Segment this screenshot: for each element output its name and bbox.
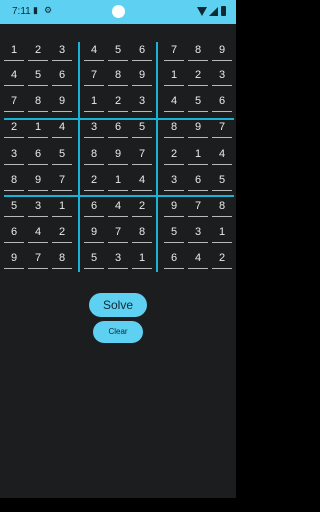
- sudoku-cell[interactable]: 1: [84, 92, 104, 112]
- app-screen: 1234567894567891237891234562143658973658…: [0, 24, 236, 498]
- sudoku-cell[interactable]: 3: [164, 171, 184, 191]
- sudoku-cell[interactable]: 8: [28, 92, 48, 112]
- sudoku-cell[interactable]: 6: [212, 92, 232, 112]
- sudoku-cell[interactable]: 9: [164, 197, 184, 217]
- sudoku-cell[interactable]: 5: [4, 197, 24, 217]
- camera-icon: [112, 5, 125, 18]
- sudoku-cell[interactable]: 7: [188, 197, 208, 217]
- sudoku-cell[interactable]: 8: [52, 249, 72, 269]
- sudoku-cell[interactable]: 2: [212, 249, 232, 269]
- sudoku-cell[interactable]: 4: [212, 145, 232, 165]
- sudoku-cell[interactable]: 2: [52, 223, 72, 243]
- settings-icon: ⚙: [44, 5, 53, 15]
- sudoku-cell[interactable]: 5: [164, 223, 184, 243]
- sudoku-cell[interactable]: 3: [4, 145, 24, 165]
- sudoku-cell[interactable]: 5: [132, 118, 152, 138]
- sudoku-cell[interactable]: 9: [28, 171, 48, 191]
- battery-icon: [221, 6, 226, 16]
- sudoku-cell[interactable]: 5: [108, 41, 128, 61]
- solve-button[interactable]: Solve: [89, 293, 147, 317]
- sudoku-cell[interactable]: 6: [188, 171, 208, 191]
- sudoku-cell[interactable]: 6: [28, 145, 48, 165]
- sudoku-cell[interactable]: 7: [52, 171, 72, 191]
- sudoku-cell[interactable]: 1: [188, 145, 208, 165]
- navigation-bar: [0, 498, 236, 512]
- sudoku-cell[interactable]: 4: [188, 249, 208, 269]
- sudoku-cell[interactable]: 7: [212, 118, 232, 138]
- sudoku-cell[interactable]: 4: [108, 197, 128, 217]
- sudoku-cell[interactable]: 6: [84, 197, 104, 217]
- sudoku-cell[interactable]: 4: [84, 41, 104, 61]
- sudoku-cell[interactable]: 9: [132, 66, 152, 86]
- sudoku-cell[interactable]: 3: [52, 41, 72, 61]
- sudoku-cell[interactable]: 6: [164, 249, 184, 269]
- sudoku-cell[interactable]: 5: [52, 145, 72, 165]
- sudoku-cell[interactable]: 9: [84, 223, 104, 243]
- sudoku-cell[interactable]: 3: [108, 249, 128, 269]
- sudoku-cell[interactable]: 8: [4, 171, 24, 191]
- sudoku-cell[interactable]: 3: [188, 223, 208, 243]
- sudoku-cell[interactable]: 2: [188, 66, 208, 86]
- sudoku-cell[interactable]: 4: [164, 92, 184, 112]
- status-bar: 7:11 ▮ ⚙: [0, 0, 236, 24]
- signal-icon: [209, 7, 218, 16]
- sudoku-cell[interactable]: 3: [132, 92, 152, 112]
- box-divider-vertical: [156, 42, 158, 272]
- sudoku-cell[interactable]: 7: [164, 41, 184, 61]
- sudoku-cell[interactable]: 8: [84, 145, 104, 165]
- sudoku-cell[interactable]: 5: [188, 92, 208, 112]
- sudoku-cell[interactable]: 6: [132, 41, 152, 61]
- sudoku-cell[interactable]: 9: [188, 118, 208, 138]
- sudoku-cell[interactable]: 4: [52, 118, 72, 138]
- sudoku-cell[interactable]: 8: [108, 66, 128, 86]
- clear-button[interactable]: Clear: [93, 321, 143, 343]
- sudoku-cell[interactable]: 1: [164, 66, 184, 86]
- sudoku-cell[interactable]: 1: [132, 249, 152, 269]
- sudoku-cell[interactable]: 1: [108, 171, 128, 191]
- wifi-icon: [197, 7, 207, 16]
- sudoku-cell[interactable]: 9: [108, 145, 128, 165]
- status-time: 7:11: [12, 6, 31, 17]
- sudoku-cell[interactable]: 7: [4, 92, 24, 112]
- sudoku-cell[interactable]: 3: [28, 197, 48, 217]
- sudoku-cell[interactable]: 9: [212, 41, 232, 61]
- sudoku-cell[interactable]: 7: [108, 223, 128, 243]
- sudoku-cell[interactable]: 1: [212, 223, 232, 243]
- sudoku-cell[interactable]: 3: [84, 118, 104, 138]
- sudoku-cell[interactable]: 2: [132, 197, 152, 217]
- sudoku-cell[interactable]: 8: [132, 223, 152, 243]
- box-divider-vertical: [78, 42, 80, 272]
- sudoku-cell[interactable]: 2: [28, 41, 48, 61]
- sudoku-cell[interactable]: 5: [212, 171, 232, 191]
- sudoku-cell[interactable]: 4: [132, 171, 152, 191]
- sudoku-cell[interactable]: 8: [212, 197, 232, 217]
- sudoku-cell[interactable]: 9: [4, 249, 24, 269]
- sudoku-cell[interactable]: 8: [164, 118, 184, 138]
- sudoku-cell[interactable]: 6: [108, 118, 128, 138]
- sudoku-cell[interactable]: 1: [52, 197, 72, 217]
- box-divider-horizontal: [4, 118, 234, 120]
- sudoku-cell[interactable]: 2: [108, 92, 128, 112]
- sudoku-cell[interactable]: 7: [28, 249, 48, 269]
- sudoku-cell[interactable]: 4: [4, 66, 24, 86]
- sudoku-cell[interactable]: 2: [84, 171, 104, 191]
- sudoku-cell[interactable]: 3: [212, 66, 232, 86]
- sim-card-icon: ▮: [33, 5, 38, 15]
- sudoku-cell[interactable]: 5: [84, 249, 104, 269]
- box-divider-horizontal: [4, 195, 234, 197]
- sudoku-cell[interactable]: 6: [4, 223, 24, 243]
- sudoku-cell[interactable]: 7: [84, 66, 104, 86]
- sudoku-cell[interactable]: 9: [52, 92, 72, 112]
- sudoku-grid: 1234567894567891237891234562143658973658…: [0, 24, 236, 274]
- sudoku-cell[interactable]: 1: [28, 118, 48, 138]
- sudoku-cell[interactable]: 2: [4, 118, 24, 138]
- sudoku-cell[interactable]: 4: [28, 223, 48, 243]
- sudoku-cell[interactable]: 1: [4, 41, 24, 61]
- sudoku-cell[interactable]: 2: [164, 145, 184, 165]
- sudoku-cell[interactable]: 7: [132, 145, 152, 165]
- sudoku-cell[interactable]: 5: [28, 66, 48, 86]
- sudoku-cell[interactable]: 6: [52, 66, 72, 86]
- sudoku-cell[interactable]: 8: [188, 41, 208, 61]
